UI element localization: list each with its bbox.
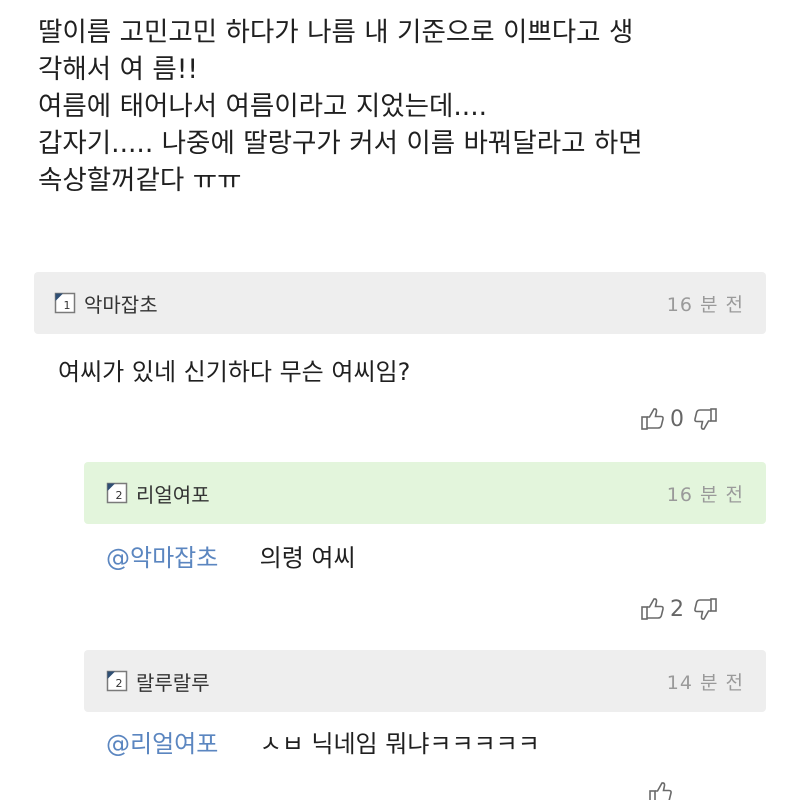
mention-link[interactable]: @악마잡초 <box>106 544 218 572</box>
comment-votes: 2 <box>640 596 718 622</box>
level-badge-icon: 2 <box>106 670 128 692</box>
level-badge-icon: 1 <box>54 292 76 314</box>
post-line: 갑자기..... 나중에 딸랑구가 커서 이름 바꿔달라고 하면 <box>38 128 643 159</box>
svg-text:2: 2 <box>116 489 123 502</box>
reply-header: 2 랄루랄루 14 분 전 <box>84 650 766 712</box>
comment-text: 여씨가 있네 신기하다 무슨 여씨임? <box>58 352 410 387</box>
thumbs-down-icon[interactable] <box>692 406 718 432</box>
comment-author[interactable]: 악마잡초 <box>84 289 158 318</box>
post-line: 각해서 여 름!! <box>38 54 198 85</box>
comment-timestamp: 14 분 전 <box>666 671 744 694</box>
comment-text: @리얼여포 ㅅㅂ 닉네임 뭐냐ㅋㅋㅋㅋㅋ <box>106 724 540 759</box>
svg-text:1: 1 <box>64 299 71 312</box>
post-line: 딸이름 고민고민 하다가 나름 내 기준으로 이쁘다고 생 <box>38 17 634 48</box>
comment-votes-partial <box>648 780 674 800</box>
mention-link[interactable]: @리얼여포 <box>106 730 218 758</box>
comment-author[interactable]: 랄루랄루 <box>136 667 210 696</box>
reply-header: 2 리얼여포 16 분 전 <box>84 462 766 524</box>
svg-text:2: 2 <box>116 677 123 690</box>
like-count: 2 <box>670 596 684 622</box>
comment-text-content: 의령 여씨 <box>259 544 356 572</box>
comment-votes: 0 <box>640 406 718 432</box>
comment-text-content: 여씨가 있네 신기하다 무슨 여씨임? <box>58 358 411 386</box>
thumbs-up-icon[interactable] <box>640 406 666 432</box>
thumbs-up-icon[interactable] <box>640 596 666 622</box>
post-line: 여름에 태어나서 여름이라고 지었는데.... <box>38 91 488 122</box>
comment-header: 1 악마잡초 16 분 전 <box>34 272 766 334</box>
comment-timestamp: 16 분 전 <box>666 483 744 506</box>
post-body: 딸이름 고민고민 하다가 나름 내 기준으로 이쁘다고 생 각해서 여 름!! … <box>38 14 778 199</box>
like-count: 0 <box>670 406 684 432</box>
comment-text: @악마잡초 의령 여씨 <box>106 538 356 573</box>
thumbs-up-icon[interactable] <box>648 780 674 800</box>
post-line: 속상할꺼같다 ㅠㅠ <box>38 165 242 196</box>
comment-text-content: ㅅㅂ 닉네임 뭐냐ㅋㅋㅋㅋㅋ <box>259 730 540 758</box>
comment-timestamp: 16 분 전 <box>666 293 744 316</box>
comment-author[interactable]: 리얼여포 <box>136 479 210 508</box>
thumbs-down-icon[interactable] <box>692 596 718 622</box>
level-badge-icon: 2 <box>106 482 128 504</box>
